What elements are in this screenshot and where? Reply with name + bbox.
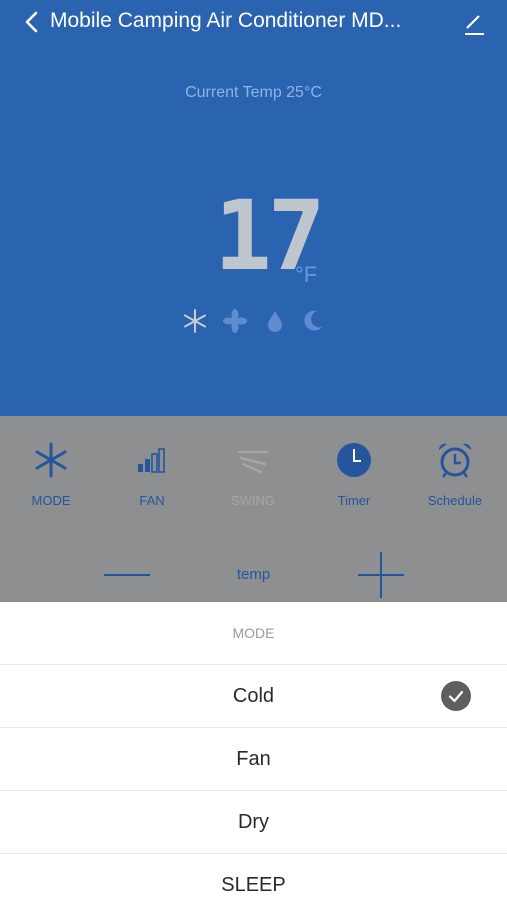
mode-indicators [182,308,322,338]
timer-control-label: Timer [337,493,371,508]
option-dry[interactable]: Dry [0,791,507,854]
schedule-control[interactable]: Schedule [410,440,500,508]
option-sleep[interactable]: SLEEP [0,854,507,916]
timer-control[interactable]: Timer [309,440,399,508]
increase-temp-button[interactable] [358,552,404,598]
option-label: Dry [237,811,270,833]
swing-control-label: SWING [230,493,276,508]
drop-icon [268,311,282,332]
page-title: Mobile Camping Air Conditioner MD... [50,9,402,32]
sheet-title: MODE [0,602,507,665]
option-fan[interactable]: Fan [0,728,507,791]
edit-button[interactable] [460,9,488,37]
back-button[interactable] [18,9,44,35]
temp-label: temp [236,566,271,583]
option-label: Cold [232,685,275,707]
mode-control[interactable]: MODE [6,440,96,508]
mode-control-label: MODE [31,493,71,508]
schedule-control-label: Schedule [427,493,483,508]
moon-icon [304,310,322,331]
edit-pencil-icon [465,15,484,35]
fan-control[interactable]: FAN [107,440,197,508]
current-temp-text: Current Temp 25°C [185,84,322,101]
swing-icon [237,450,269,474]
snowflake-icon [184,309,206,333]
alarm-clock-icon [438,443,472,478]
option-label: SLEEP [221,874,286,896]
unit-fahrenheit[interactable]: °F [295,262,317,288]
option-cold[interactable]: Cold [0,665,507,728]
swing-control[interactable]: SWING [208,440,298,508]
chevron-left-icon [25,11,38,33]
fan-control-label: FAN [139,493,165,508]
app-header: Mobile Camping Air Conditioner MD... [0,0,507,46]
clock-icon [337,443,371,477]
status-panel: Mobile Camping Air Conditioner MD... Cur… [0,0,507,416]
option-label: Fan [236,748,271,770]
snowflake-icon [35,442,67,478]
fan-icon [223,309,247,333]
unit-celsius[interactable]: °C [291,196,318,224]
selected-check-icon [441,681,471,711]
mode-selection-sheet: MODE Cold Fan Dry SLEEP [0,602,507,900]
fan-speed-icon [138,448,165,473]
temperature-control: temp [0,548,507,602]
